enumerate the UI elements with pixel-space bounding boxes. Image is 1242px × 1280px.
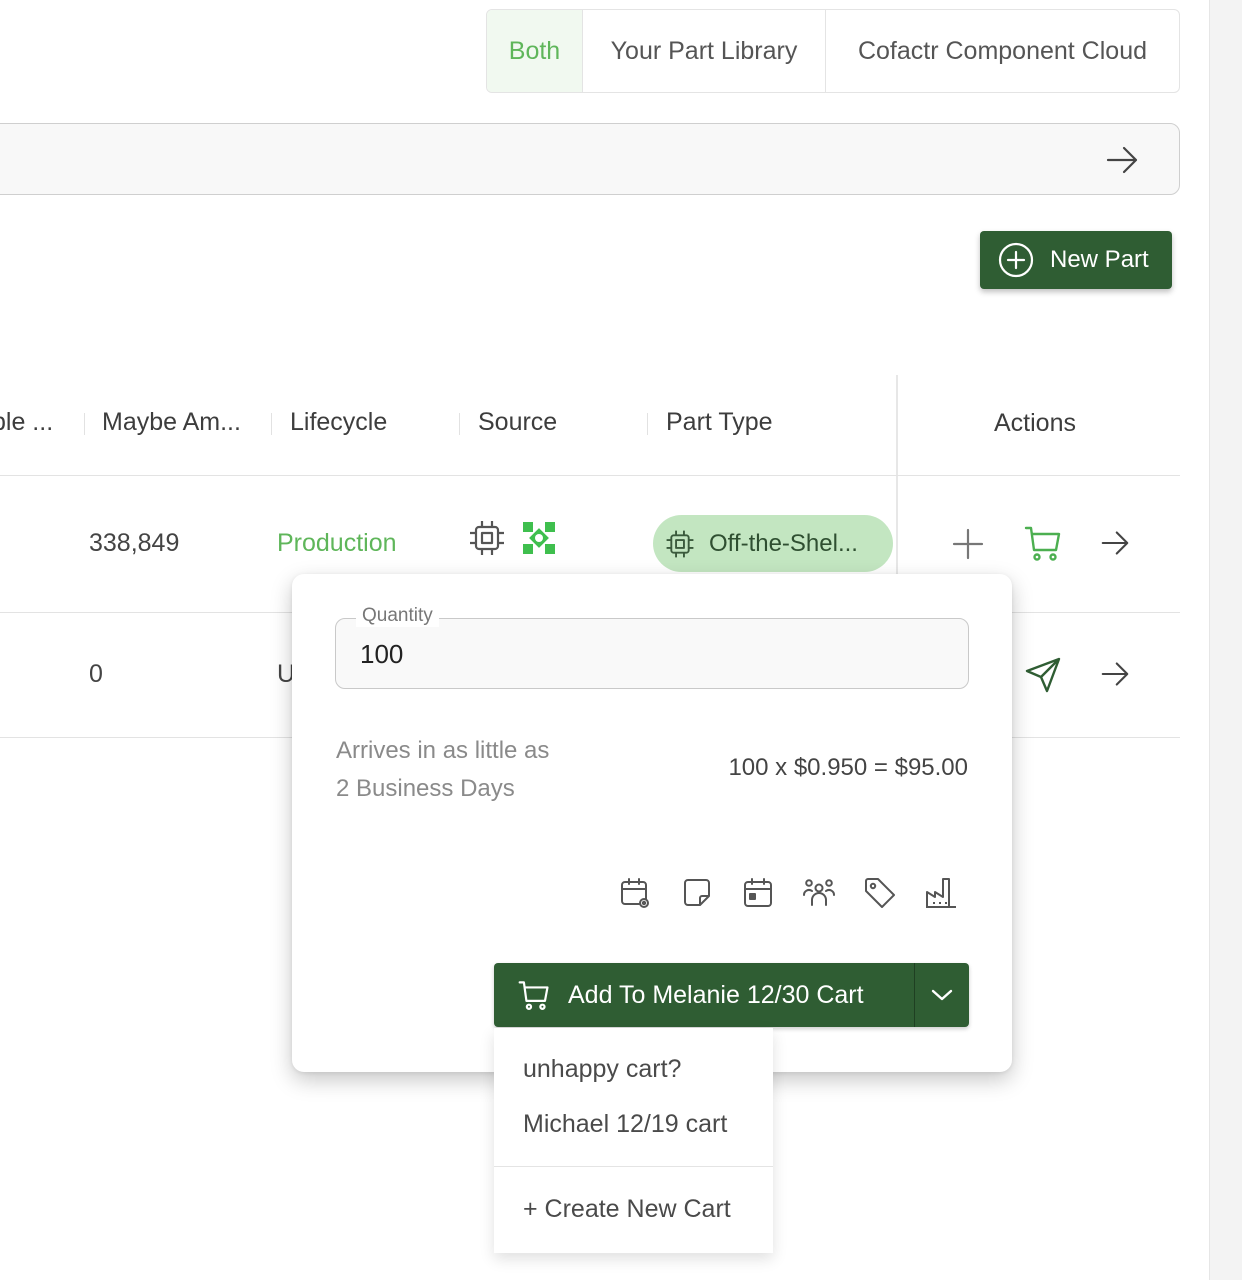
column-resizer[interactable] bbox=[84, 413, 85, 435]
add-to-cart-split-button: Add To Melanie 12/30 Cart bbox=[494, 963, 969, 1027]
add-to-cart-button[interactable]: Add To Melanie 12/30 Cart bbox=[494, 963, 914, 1027]
plus-icon[interactable] bbox=[952, 528, 984, 565]
add-to-cart-popover: Quantity Arrives in as little as 2 Busin… bbox=[292, 574, 1012, 1072]
quantity-input[interactable] bbox=[360, 634, 940, 674]
add-to-cart-label: Add To Melanie 12/30 Cart bbox=[568, 980, 864, 1009]
quantity-label: Quantity bbox=[356, 605, 439, 627]
toggle-your-part-library[interactable]: Your Part Library bbox=[583, 10, 826, 92]
column-header-source[interactable]: Source bbox=[478, 408, 557, 437]
calendar-icon[interactable] bbox=[741, 876, 775, 910]
calendar-pin-icon[interactable] bbox=[619, 876, 653, 910]
chip-icon bbox=[468, 519, 506, 562]
lifecycle-cell: Production bbox=[277, 529, 397, 557]
cart-icon bbox=[518, 981, 549, 1010]
create-new-cart-item[interactable]: + Create New Cart bbox=[523, 1195, 731, 1224]
new-part-label: New Part bbox=[1050, 246, 1149, 273]
arrival-line-2: 2 Business Days bbox=[336, 775, 515, 802]
factory-icon[interactable] bbox=[924, 876, 958, 910]
arrow-right-icon[interactable] bbox=[1105, 144, 1139, 176]
column-header-actions: Actions bbox=[994, 409, 1076, 437]
send-icon[interactable] bbox=[1024, 656, 1062, 699]
toggle-both[interactable]: Both bbox=[487, 10, 583, 92]
search-bar bbox=[0, 123, 1180, 195]
menu-item-cart[interactable]: unhappy cart? bbox=[523, 1055, 681, 1084]
arrival-estimate: Arrives in as little as 2 Business Days bbox=[336, 732, 549, 808]
column-header-lifecycle[interactable]: Lifecycle bbox=[290, 408, 387, 437]
arrow-right-icon[interactable] bbox=[1100, 529, 1130, 562]
scrollbar-track[interactable] bbox=[1209, 0, 1242, 1280]
new-part-button[interactable]: New Part bbox=[980, 231, 1172, 289]
price-calculation: 100 x $0.950 = $95.00 bbox=[728, 754, 968, 781]
toggle-component-cloud[interactable]: Cofactr Component Cloud bbox=[826, 10, 1179, 92]
cofactr-logo-icon bbox=[521, 520, 557, 561]
column-resizer[interactable] bbox=[459, 413, 460, 435]
chip-icon bbox=[666, 530, 694, 557]
menu-item-cart[interactable]: Michael 12/19 cart bbox=[523, 1110, 727, 1139]
chevron-down-icon bbox=[931, 989, 953, 1001]
users-icon[interactable] bbox=[802, 876, 836, 910]
cart-select-menu: unhappy cart? Michael 12/19 cart + Creat… bbox=[494, 1028, 773, 1253]
part-type-badge: Off-the-Shel... bbox=[653, 515, 893, 572]
tag-icon[interactable] bbox=[863, 876, 897, 910]
column-resizer[interactable] bbox=[647, 413, 648, 435]
column-header-part-type[interactable]: Part Type bbox=[666, 408, 773, 437]
maybe-amount-cell: 338,849 bbox=[89, 529, 180, 557]
column-header-maybe-amount[interactable]: Maybe Am... bbox=[102, 408, 241, 437]
search-input[interactable] bbox=[21, 138, 1081, 182]
part-type-label: Off-the-Shel... bbox=[709, 529, 858, 557]
header-divider bbox=[0, 475, 1180, 476]
arrow-right-icon[interactable] bbox=[1100, 660, 1130, 693]
arrival-line-1: Arrives in as little as bbox=[336, 737, 550, 764]
sticky-note-icon[interactable] bbox=[680, 876, 714, 910]
cart-dropdown-toggle[interactable] bbox=[914, 963, 969, 1027]
source-toggle: Both Your Part Library Cofactr Component… bbox=[486, 9, 1180, 93]
menu-divider bbox=[494, 1166, 773, 1167]
plus-circle-icon bbox=[998, 242, 1034, 278]
maybe-amount-cell: 0 bbox=[89, 660, 103, 688]
cart-icon[interactable] bbox=[1024, 524, 1062, 567]
column-header-truncated[interactable]: ble ... bbox=[0, 408, 53, 437]
column-resizer[interactable] bbox=[271, 413, 272, 435]
quantity-field: Quantity bbox=[335, 605, 969, 689]
